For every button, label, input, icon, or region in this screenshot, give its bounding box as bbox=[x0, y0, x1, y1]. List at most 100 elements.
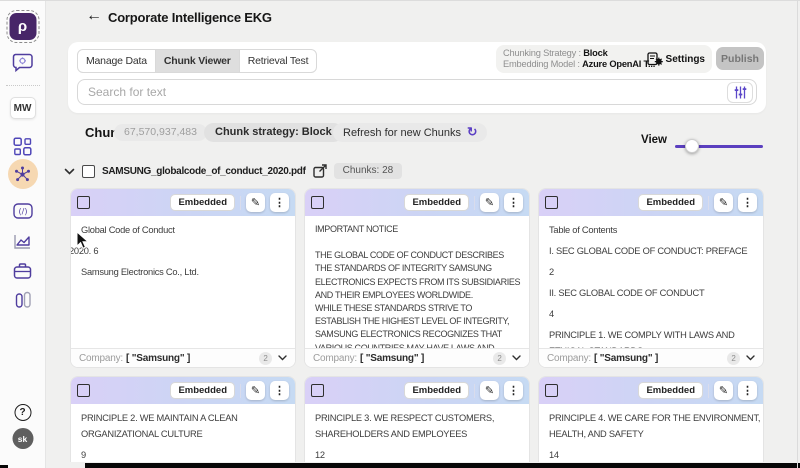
edit-chunk-button[interactable]: ✎ bbox=[246, 193, 265, 212]
edit-chunk-button[interactable]: ✎ bbox=[714, 193, 733, 212]
edit-chunk-button[interactable]: ✎ bbox=[480, 381, 499, 400]
sidebar-item-apps[interactable] bbox=[12, 135, 34, 157]
sidebar-item-assistant[interactable] bbox=[12, 51, 34, 73]
sidebar: ρ MW (/) bbox=[0, 0, 46, 468]
briefcase-icon bbox=[13, 262, 32, 280]
file-chunks-count-pill: Chunks: 28 bbox=[334, 163, 403, 179]
chunk-checkbox[interactable] bbox=[545, 384, 558, 397]
window-right-border bbox=[797, 0, 798, 468]
chunk-menu-button[interactable]: ⋮ bbox=[738, 193, 757, 212]
tab-retrieval-test[interactable]: Retrieval Test bbox=[239, 50, 317, 72]
refresh-label: Refresh for new Chunks bbox=[343, 127, 461, 139]
chunk-menu-button[interactable]: ⋮ bbox=[270, 193, 289, 212]
metadata-key: Company: bbox=[79, 353, 123, 364]
settings-label: Settings bbox=[666, 54, 705, 65]
chunking-strategy-label: Chunking Strategy : bbox=[503, 48, 581, 58]
chunk-text[interactable]: IMPORTANT NOTICETHE GLOBAL CODE OF CONDU… bbox=[305, 216, 529, 348]
chunk-card: Embedded ✎ ⋮ Table of ContentsI. SEC GLO… bbox=[538, 188, 764, 368]
kebab-icon: ⋮ bbox=[274, 196, 285, 209]
chunk-text[interactable]: Table of ContentsI. SEC GLOBAL CODE OF C… bbox=[539, 216, 763, 348]
chunk-text[interactable]: PRINCIPLE 2. WE MAINTAIN A CLEANORGANIZA… bbox=[71, 404, 295, 462]
collapse-chevron-icon[interactable] bbox=[64, 168, 75, 175]
chunks-total-count: 67,570,937,483 bbox=[114, 124, 207, 141]
chunk-menu-button[interactable]: ⋮ bbox=[270, 381, 289, 400]
chunk-metadata-footer: Company: [ "Samsung" ] 2 bbox=[305, 348, 529, 367]
header-divider bbox=[240, 384, 241, 398]
config-summary: Chunking Strategy : Block Embedding Mode… bbox=[503, 48, 642, 70]
tab-chunk-viewer[interactable]: Chunk Viewer bbox=[155, 50, 239, 72]
chunk-card-header: Embedded ✎ ⋮ bbox=[71, 377, 295, 404]
file-checkbox[interactable] bbox=[82, 165, 95, 178]
chunk-text[interactable]: PRINCIPLE 4. WE CARE FOR THE ENVIRONMENT… bbox=[539, 404, 763, 462]
sidebar-item-storage[interactable] bbox=[12, 288, 34, 310]
bottom-black-bar bbox=[85, 463, 800, 468]
pencil-icon: ✎ bbox=[251, 384, 260, 397]
embedded-status-badge: Embedded bbox=[170, 194, 235, 211]
settings-icon bbox=[647, 52, 663, 66]
chunk-card: Embedded ✎ ⋮ PRINCIPLE 4. WE CARE FOR TH… bbox=[538, 376, 764, 462]
chunk-menu-button[interactable]: ⋮ bbox=[504, 193, 523, 212]
embedding-model-value: Azure OpenAI T... bbox=[582, 59, 655, 69]
view-slider-thumb[interactable] bbox=[685, 139, 699, 153]
metadata-value: [ "Samsung" ] bbox=[594, 353, 658, 364]
chunk-checkbox[interactable] bbox=[545, 196, 558, 209]
search-bar[interactable]: Search for text bbox=[77, 79, 757, 105]
help-button[interactable]: ? bbox=[14, 404, 31, 421]
sidebar-divider bbox=[6, 85, 40, 86]
chunk-text[interactable]: PRINCIPLE 3. WE RESPECT CUSTOMERS,SHAREH… bbox=[305, 404, 529, 462]
chart-icon bbox=[13, 232, 32, 251]
header-divider bbox=[708, 196, 709, 210]
sidebar-item-knowledge-graph-active[interactable] bbox=[8, 159, 38, 189]
edit-chunk-button[interactable]: ✎ bbox=[480, 193, 499, 212]
metadata-count-badge: 2 bbox=[493, 352, 506, 365]
chunk-checkbox[interactable] bbox=[77, 196, 90, 209]
metadata-count-badge: 2 bbox=[727, 352, 740, 365]
filter-sliders-icon bbox=[733, 85, 748, 100]
sidebar-item-analytics[interactable] bbox=[12, 230, 34, 252]
svg-text:(/): (/) bbox=[18, 207, 27, 216]
metadata-key: Company: bbox=[547, 353, 591, 364]
sidebar-item-workbench[interactable] bbox=[12, 260, 34, 282]
chunk-checkbox[interactable] bbox=[77, 384, 90, 397]
tab-bar: Manage Data Chunk Viewer Retrieval Test bbox=[77, 49, 317, 73]
chunk-checkbox[interactable] bbox=[311, 384, 324, 397]
pencil-icon: ✎ bbox=[719, 384, 728, 397]
knowledge-graph-icon bbox=[13, 165, 32, 184]
chunk-checkbox[interactable] bbox=[311, 196, 324, 209]
chunk-strategy-pill: Chunk strategy: Block bbox=[204, 123, 343, 142]
chunking-config-box: Chunking Strategy : Block Embedding Mode… bbox=[496, 45, 712, 73]
chunk-card: Embedded ✎ ⋮ IMPORTANT NOTICETHE GLOBAL … bbox=[304, 188, 530, 368]
metadata-expand-button[interactable] bbox=[278, 355, 287, 361]
sidebar-item-workspace[interactable]: MW bbox=[10, 97, 36, 119]
sidebar-item-code[interactable]: (/) bbox=[12, 200, 34, 222]
edit-chunk-button[interactable]: ✎ bbox=[714, 381, 733, 400]
back-button[interactable]: ← bbox=[86, 7, 102, 25]
metadata-value: [ "Samsung" ] bbox=[360, 353, 424, 364]
embedded-status-badge: Embedded bbox=[638, 382, 703, 399]
chunk-menu-button[interactable]: ⋮ bbox=[738, 381, 757, 400]
refresh-chunks-button[interactable]: Refresh for new Chunks ↻ bbox=[333, 123, 487, 142]
edit-chunk-button[interactable]: ✎ bbox=[246, 381, 265, 400]
refresh-icon: ↻ bbox=[467, 126, 477, 139]
publish-label: Publish bbox=[721, 53, 759, 65]
chunk-card-header: Embedded ✎ ⋮ bbox=[71, 189, 295, 216]
chunk-card-header: Embedded ✎ ⋮ bbox=[305, 377, 529, 404]
publish-button[interactable]: Publish bbox=[716, 47, 764, 70]
open-external-icon[interactable] bbox=[313, 164, 327, 178]
tab-manage-data[interactable]: Manage Data bbox=[78, 50, 155, 72]
workspace-label: MW bbox=[14, 103, 32, 114]
user-avatar[interactable]: sk bbox=[12, 428, 33, 449]
chunk-card: Embedded ✎ ⋮ PRINCIPLE 3. WE RESPECT CUS… bbox=[304, 376, 530, 462]
page-title: Corporate Intelligence EKG bbox=[108, 10, 272, 25]
kebab-icon: ⋮ bbox=[742, 384, 753, 397]
search-input[interactable]: Search for text bbox=[88, 85, 727, 99]
metadata-expand-button[interactable] bbox=[512, 355, 521, 361]
app-logo[interactable]: ρ bbox=[9, 13, 36, 40]
settings-button[interactable]: Settings bbox=[647, 52, 705, 66]
chunk-text[interactable]: Global Code of Conduct2020. 6Samsung Ele… bbox=[71, 216, 295, 348]
embedding-model-label: Embedding Model : bbox=[503, 59, 580, 69]
chunk-card: Embedded ✎ ⋮ PRINCIPLE 2. WE MAINTAIN A … bbox=[70, 376, 296, 462]
chunk-menu-button[interactable]: ⋮ bbox=[504, 381, 523, 400]
metadata-expand-button[interactable] bbox=[746, 355, 755, 361]
search-filter-button[interactable] bbox=[727, 82, 753, 103]
